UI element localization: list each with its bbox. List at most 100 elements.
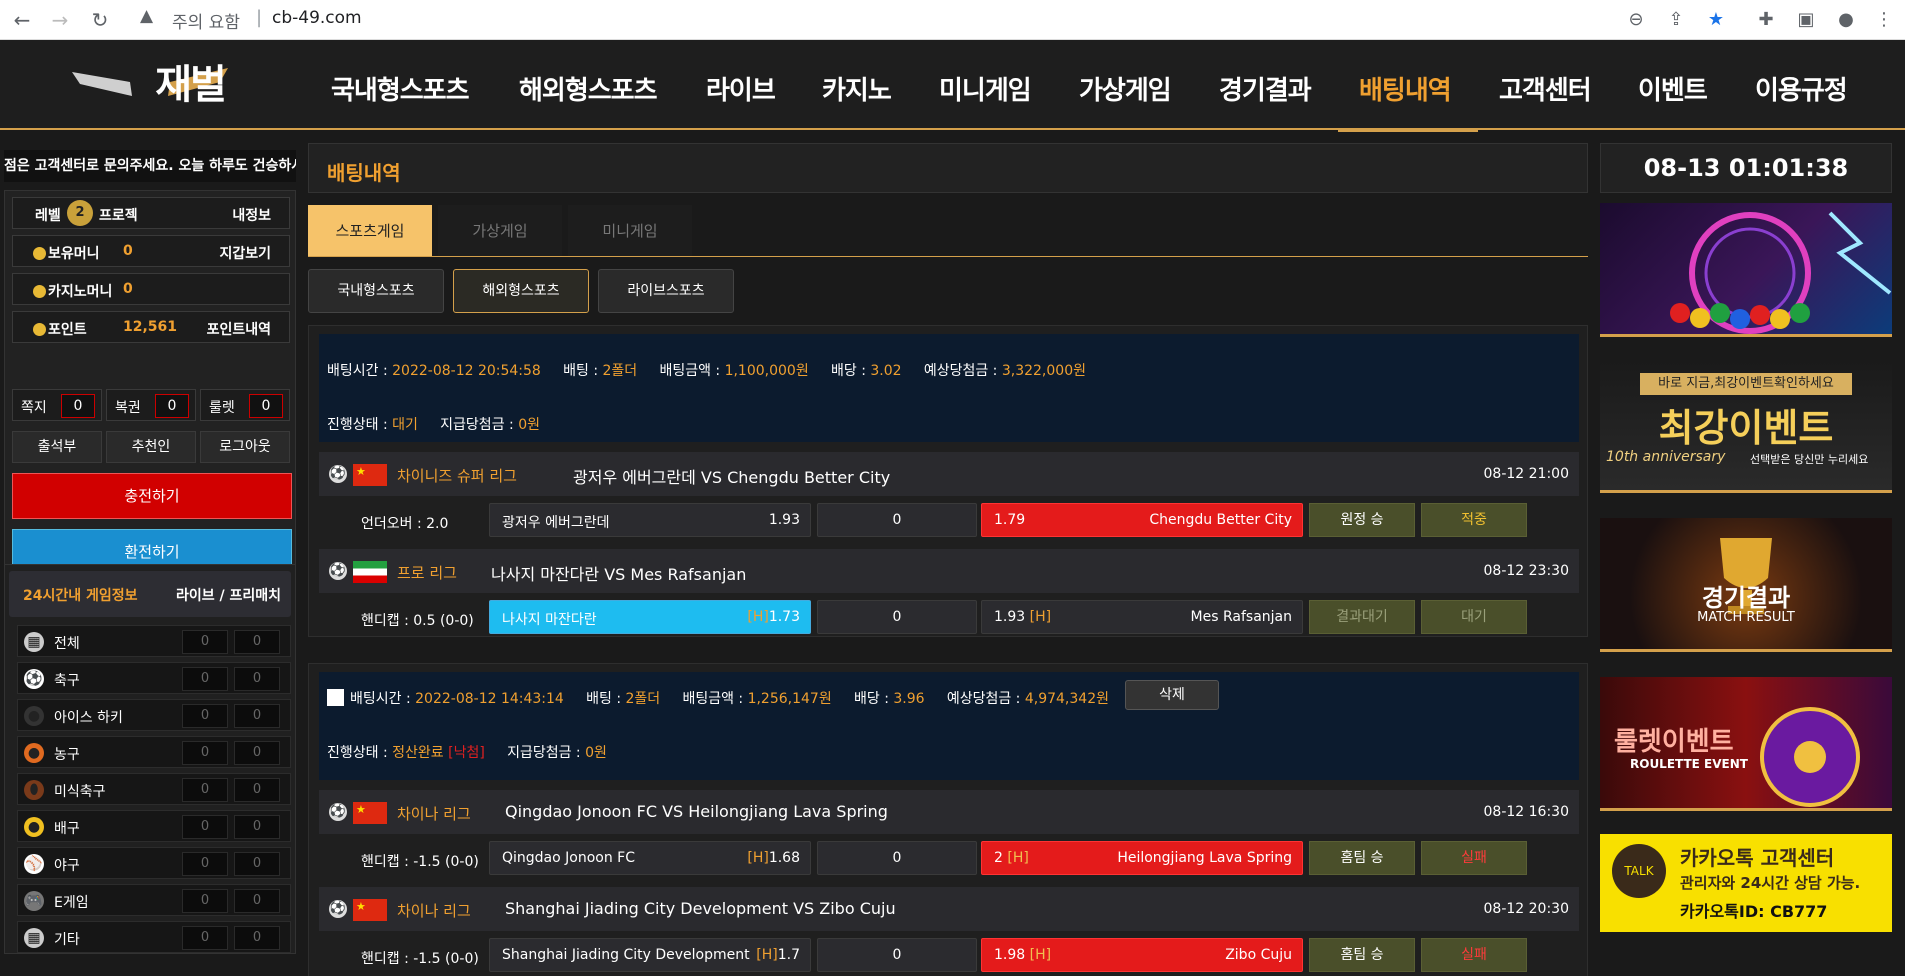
menu-event[interactable]: 이벤트 [1638,70,1708,107]
attendance-button[interactable]: 출석부 [12,431,102,463]
wallet-link[interactable]: 지갑보기 [219,243,271,263]
home-team: Shanghai Jiading City Development [502,947,750,963]
match-time: 08-12 20:30 [1483,901,1569,917]
kakaotalk-banner[interactable]: TALK 카카오톡 고객센터 관리자와 24시간 상담 가능. 카카오톡ID: … [1600,834,1892,932]
active-menu-indicator [1338,129,1478,132]
game-info-label: 농구 [54,747,80,763]
roulette-button[interactable]: 룰렛 0 [200,389,290,421]
game-info-row[interactable]: 🎮 E게임 0 0 [17,884,291,916]
url-separator: | [256,7,263,28]
bet-pick: 결과대기 [1309,600,1415,634]
game-info-label: E게임 [54,895,89,911]
roulette-banner-subtitle: ROULETTE EVENT [1630,757,1748,771]
extensions-icon[interactable]: ✚ [1752,6,1780,34]
menu-terms[interactable]: 이용규정 [1755,70,1848,107]
menu-kebab-icon[interactable]: ⋮ [1870,6,1898,34]
game-info-label: 배구 [54,821,80,837]
home-team: 광저우 에버그란데 [502,515,610,531]
draw-cell: 0 [817,503,977,537]
draw-value: 0 [892,609,902,625]
bookmark-star-icon[interactable]: ★ [1702,6,1730,34]
strongest-event-banner[interactable]: 바로 지금,최강이벤트확인하세요 최강이벤트 10th anniversary … [1600,359,1892,493]
away-odds-cell: 2 [H] Heilongjiang Lava Spring [981,841,1303,875]
menu-minigame[interactable]: 미니게임 [939,70,1032,107]
home-mark: [H] [756,947,778,963]
draw-value: 0 [892,512,902,528]
menu-domestic-sports[interactable]: 국내형스포츠 [331,70,470,107]
match-odds-row: 핸디캡 : 0.5 (0-0) 나사지 마잔다란 [H]1.73 0 1.93 [H] M… [319,594,1579,638]
money-label: 보유머니 [48,246,100,262]
point-history-link[interactable]: 포인트내역 [207,319,271,339]
game-info-row[interactable]: ⬮ 미식축구 0 0 [17,773,291,805]
game-info-label: 아이스 하키 [54,710,123,726]
game-info-mode[interactable]: 라이브 / 프리매치 [176,585,281,605]
charge-button[interactable]: 충전하기 [12,473,292,519]
forward-icon[interactable]: → [46,6,74,34]
profile-icon[interactable]: ● [1832,6,1860,34]
lottery-button[interactable]: 복권 0 [106,389,196,421]
tab-virtual-game[interactable]: 가상게임 [438,205,562,257]
sidepanel-icon[interactable]: ▣ [1792,6,1820,34]
point-value: 12,561 [123,319,178,335]
security-warning-text[interactable]: 주의 요함 [172,8,240,33]
roulette-event-banner[interactable]: 룰렛이벤트 ROULETTE EVENT [1600,677,1892,811]
game-info-prematch-count: 0 [234,852,280,876]
game-info-row[interactable]: ● 농구 0 0 [17,736,291,768]
bet-result: 실패 [1421,841,1527,875]
game-info-row[interactable]: ⚽ 축구 0 0 [17,662,291,694]
menu-casino[interactable]: 카지노 [822,70,892,107]
bet-select-checkbox[interactable] [327,689,344,706]
menu-results[interactable]: 경기결과 [1219,70,1312,107]
point-label: 포인트 [48,322,87,338]
subtab-domestic-sports[interactable]: 국내형스포츠 [308,269,444,313]
menu-live[interactable]: 라이브 [706,70,776,107]
address-bar[interactable]: cb-49.com [272,8,362,28]
my-info-link[interactable]: 내정보 [232,205,271,225]
match-result-banner[interactable]: 경기결과 MATCH RESULT [1600,518,1892,652]
bet-expected: 4,974,342원 [1024,691,1109,707]
note-button[interactable]: 쪽지 0 [12,389,102,421]
bet-pick: 원정 승 [1309,503,1415,537]
subtab-live-sports[interactable]: 라이브스포츠 [598,269,734,313]
game-info-row[interactable]: ▦ 기타 0 0 [17,921,291,953]
bet-pick: 홈팀 승 [1309,841,1415,875]
match-header: ⚽ 프로 리그 나사지 마잔다란 VS Mes Rafsanjan 08-12 23:… [319,549,1579,593]
home-odds: 1.73 [768,609,800,625]
page-title: 배팅내역 [327,161,401,185]
away-mark: [H] [1007,850,1029,866]
referral-button[interactable]: 추천인 [106,431,196,463]
home-odds-cell: Shanghai Jiading City Development [H]1.7 [489,938,811,972]
roulette-count: 0 [249,394,283,418]
game-info-row[interactable]: ● 배구 0 0 [17,810,291,842]
menu-customer-center[interactable]: 고객센터 [1499,70,1592,107]
game-info-row[interactable]: ⚾ 야구 0 0 [17,847,291,879]
logout-button[interactable]: 로그아웃 [200,431,290,463]
game-info-title: 24시간내 게임정보 [23,588,138,604]
menu-overseas-sports[interactable]: 해외형스포츠 [519,70,658,107]
lotto-banner[interactable] [1600,203,1892,337]
bet-result: 실패 [1421,938,1527,972]
warning-icon[interactable]: ▲ [140,6,153,26]
match-odds-row: 핸디캡 : -1.5 (0-0) Qingdao Jonoon FC [H]1.68… [319,835,1579,879]
tab-mini-game[interactable]: 미니게임 [568,205,692,257]
game-info-row[interactable]: ▦ 전체 0 0 [17,625,291,657]
bet-pick: 홈팀 승 [1309,938,1415,972]
back-icon[interactable]: ← [8,6,36,34]
iran-flag-icon [353,561,387,583]
subtab-overseas-sports[interactable]: 해외형스포츠 [453,269,589,313]
match-teams: Qingdao Jonoon FC VS Heilongjiang Lava S… [505,802,888,821]
share-icon[interactable]: ⇪ [1662,6,1690,34]
game-info-row[interactable]: ● 아이스 하키 0 0 [17,699,291,731]
market-type: 언더오버 : 2.0 [361,516,449,532]
site-logo[interactable]: 재벌 [70,62,230,108]
gamepad-icon: 🎮 [24,891,44,911]
reload-icon[interactable]: ↻ [86,6,114,34]
menu-bet-history[interactable]: 배팅내역 [1359,70,1452,107]
delete-bet-button[interactable]: 삭제 [1125,680,1219,710]
tab-sports-game[interactable]: 스포츠게임 [308,205,432,257]
menu-virtual-game[interactable]: 가상게임 [1079,70,1172,107]
china-flag-icon: ★ [353,899,387,921]
zoom-icon[interactable]: ⊖ [1622,6,1650,34]
game-info-prematch-count: 0 [234,741,280,765]
away-mark: [H] [1029,947,1052,963]
